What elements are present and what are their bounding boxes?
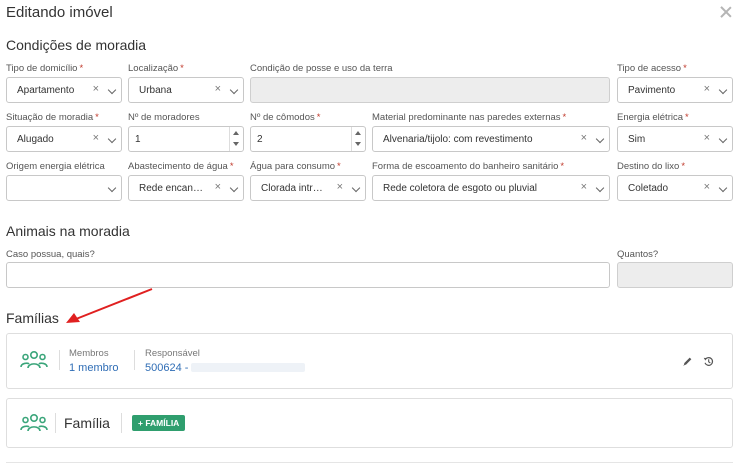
clear-icon[interactable]: × bbox=[215, 181, 221, 193]
tipo-acesso-label: Tipo de acesso * bbox=[617, 63, 687, 74]
close-icon[interactable] bbox=[718, 4, 734, 20]
chevron-down-icon[interactable] bbox=[595, 183, 605, 193]
divider bbox=[6, 462, 733, 463]
add-family-card bbox=[6, 398, 733, 448]
pencil-icon[interactable] bbox=[682, 356, 693, 367]
membros-label: Membros bbox=[69, 348, 109, 359]
localizacao-label: Localização * bbox=[128, 63, 184, 74]
history-icon[interactable] bbox=[703, 356, 714, 367]
membros-link[interactable]: 1 membro bbox=[69, 362, 119, 374]
origem-energia-select[interactable] bbox=[6, 175, 122, 201]
stepper-up-icon[interactable] bbox=[355, 131, 361, 135]
number-stepper[interactable] bbox=[351, 127, 365, 151]
select-value: Coletado bbox=[628, 183, 669, 194]
clear-icon[interactable]: × bbox=[215, 83, 221, 95]
n-comodos-label: Nº de cômodos * bbox=[250, 112, 321, 123]
material-paredes-label: Material predominante nas paredes extern… bbox=[372, 112, 567, 123]
n-moradores-label: Nº de moradores bbox=[128, 112, 200, 123]
number-stepper[interactable] bbox=[229, 127, 243, 151]
add-family-button[interactable]: + FAMÍLIA bbox=[132, 415, 186, 431]
divider bbox=[121, 413, 122, 433]
chevron-down-icon[interactable] bbox=[595, 134, 605, 144]
origem-energia-label: Origem energia elétrica bbox=[6, 161, 105, 172]
caso-possua-label: Caso possua, quais? bbox=[6, 249, 95, 260]
number-value: 2 bbox=[257, 134, 263, 145]
clear-icon[interactable]: × bbox=[93, 83, 99, 95]
chevron-down-icon[interactable] bbox=[229, 183, 239, 193]
condicao-posse-label: Condição de posse e uso da terra bbox=[250, 63, 393, 74]
number-value: 1 bbox=[135, 134, 141, 145]
select-value: Rede coletora de esgoto ou pluvial bbox=[383, 183, 537, 194]
chevron-down-icon[interactable] bbox=[718, 85, 728, 95]
select-value: Sim bbox=[628, 134, 646, 145]
chevron-down-icon[interactable] bbox=[107, 134, 117, 144]
clear-icon[interactable]: × bbox=[337, 181, 343, 193]
chevron-down-icon[interactable] bbox=[351, 183, 361, 193]
select-value: Urbana bbox=[139, 85, 172, 96]
chevron-down-icon[interactable] bbox=[718, 134, 728, 144]
annotation-arrow bbox=[66, 288, 153, 323]
divider bbox=[134, 350, 135, 370]
divider bbox=[59, 350, 60, 370]
material-paredes-select[interactable]: Alvenaria/tijolo: com revestimento × bbox=[372, 126, 610, 152]
responsavel-label: Responsável bbox=[145, 348, 200, 359]
condicao-posse-field bbox=[250, 77, 610, 103]
modal-title: Editando imóvel bbox=[6, 4, 113, 21]
agua-consumo-label: Água para consumo * bbox=[250, 161, 341, 172]
escoamento-banheiro-label: Forma de escoamento do banheiro sanitári… bbox=[372, 161, 565, 172]
people-group-icon bbox=[20, 413, 48, 432]
select-value: Alugado bbox=[17, 134, 54, 145]
chevron-down-icon[interactable] bbox=[229, 85, 239, 95]
quantos-label: Quantos? bbox=[617, 249, 659, 260]
clear-icon[interactable]: × bbox=[581, 181, 587, 193]
n-moradores-input[interactable]: 1 bbox=[128, 126, 244, 152]
energia-eletrica-label: Energia elétrica * bbox=[617, 112, 689, 123]
tipo-domicilio-select[interactable]: Apartamento × bbox=[6, 77, 122, 103]
situacao-moradia-select[interactable]: Alugado × bbox=[6, 126, 122, 152]
abastecimento-agua-select[interactable]: Rede encanad... × bbox=[128, 175, 244, 201]
n-comodos-input[interactable]: 2 bbox=[250, 126, 366, 152]
redacted-name bbox=[191, 363, 305, 372]
stepper-down-icon[interactable] bbox=[233, 142, 239, 146]
clear-icon[interactable]: × bbox=[704, 181, 710, 193]
section-title-families: Famílias bbox=[6, 310, 59, 326]
tipo-acesso-select[interactable]: Pavimento × bbox=[617, 77, 733, 103]
divider bbox=[55, 413, 56, 433]
energia-eletrica-select[interactable]: Sim × bbox=[617, 126, 733, 152]
select-value: Rede encanad... bbox=[139, 183, 203, 194]
chevron-down-icon[interactable] bbox=[718, 183, 728, 193]
abastecimento-agua-label: Abastecimento de água * bbox=[128, 161, 234, 172]
destino-lixo-select[interactable]: Coletado × bbox=[617, 175, 733, 201]
select-value: Alvenaria/tijolo: com revestimento bbox=[383, 134, 533, 145]
clear-icon[interactable]: × bbox=[704, 83, 710, 95]
familia-label: Família bbox=[64, 415, 110, 431]
clear-icon[interactable]: × bbox=[704, 132, 710, 144]
clear-icon[interactable]: × bbox=[581, 132, 587, 144]
section-title-animals: Animais na moradia bbox=[6, 223, 130, 239]
responsavel-link[interactable]: 500624 - bbox=[145, 362, 188, 374]
family-card bbox=[6, 333, 733, 389]
destino-lixo-label: Destino do lixo * bbox=[617, 161, 686, 172]
clear-icon[interactable]: × bbox=[93, 132, 99, 144]
stepper-down-icon[interactable] bbox=[355, 142, 361, 146]
escoamento-banheiro-select[interactable]: Rede coletora de esgoto ou pluvial × bbox=[372, 175, 610, 201]
localizacao-select[interactable]: Urbana × bbox=[128, 77, 244, 103]
chevron-down-icon[interactable] bbox=[107, 85, 117, 95]
agua-consumo-select[interactable]: Clorada intrad... × bbox=[250, 175, 366, 201]
people-group-icon bbox=[20, 350, 48, 369]
stepper-up-icon[interactable] bbox=[233, 131, 239, 135]
section-title-conditions: Condições de moradia bbox=[6, 37, 147, 53]
select-value: Clorada intrad... bbox=[261, 183, 325, 194]
select-value: Pavimento bbox=[628, 85, 676, 96]
situacao-moradia-label: Situação de moradia * bbox=[6, 112, 99, 123]
quantos-input bbox=[617, 262, 733, 288]
select-value: Apartamento bbox=[17, 85, 75, 96]
chevron-down-icon[interactable] bbox=[107, 183, 117, 193]
tipo-domicilio-label: Tipo de domicílio * bbox=[6, 63, 84, 74]
